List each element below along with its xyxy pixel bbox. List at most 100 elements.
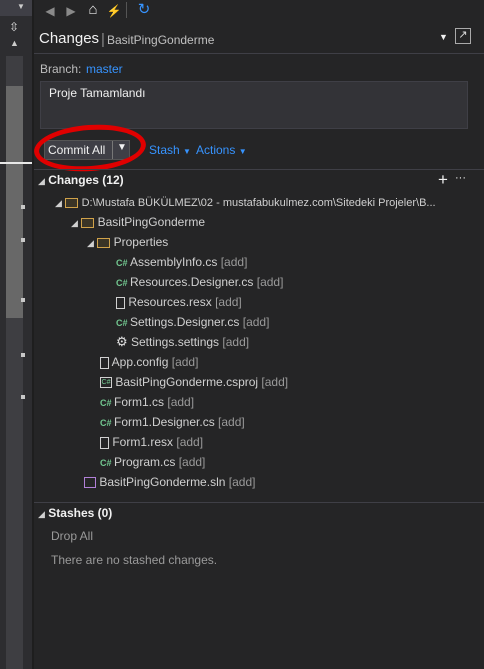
scrollbar-thumb[interactable] [6,86,23,318]
changes-header-label: Changes (12) [48,173,124,187]
folder-icon [65,197,79,208]
page-title: Changes [39,30,100,47]
stash-link[interactable]: Stash ▼ [149,143,191,157]
title-separator: | [101,31,105,48]
file-name: App.config [111,355,169,369]
add-icon[interactable]: + [438,170,448,190]
empty-stash-message: There are no stashed changes. [51,553,218,567]
solution-file-icon [84,477,96,489]
stashes-header-label: Stashes (0) [48,506,113,520]
csproj-file-icon: C# [100,377,112,389]
folder-icon [97,237,111,248]
file-name: Form1.resx [112,435,174,449]
folder-icon [81,217,95,228]
chevron-down-icon: ▼ [183,147,191,156]
expand-icon[interactable]: ◢ [55,198,62,208]
list-item[interactable]: C# AssemblyInfo.cs [add] [116,252,247,272]
connect-icon[interactable]: ⚡ [106,3,122,19]
csharp-file-icon: C# [100,458,112,468]
list-item[interactable]: C# Program.cs [add] [100,452,205,472]
home-icon[interactable]: ⌂ [85,2,101,18]
root-path-label: D:\Mustafa BÜKÜLMEZ\02 - mustafabukulmez… [81,197,436,209]
resource-file-icon [116,296,125,309]
split-icon[interactable]: ⇳ [9,20,19,34]
stash-label: Stash [149,143,180,157]
list-item[interactable]: C# Form1.cs [add] [100,392,194,412]
forward-icon[interactable]: ▶ [63,3,79,19]
tree-properties-folder[interactable]: ◢ Properties [87,232,168,252]
file-name: Form1.cs [114,395,165,409]
page-dropdown-icon[interactable]: ▼ [439,32,448,42]
status-tag: [add] [171,355,199,369]
status-tag: [add] [242,315,270,329]
csharp-file-icon: C# [100,418,112,428]
tree-root-path[interactable]: ◢ D:\Mustafa BÜKÜLMEZ\02 - mustafabukulm… [55,192,436,212]
refresh-icon[interactable]: ↻ [136,2,152,18]
file-name: Resources.resx [128,295,212,309]
list-item[interactable]: Form1.resx [add] [100,432,203,452]
properties-folder-label: Properties [113,235,169,249]
scroll-up-icon[interactable]: ▲ [10,38,19,48]
back-icon[interactable]: ◀ [42,3,58,19]
change-marker [21,395,25,399]
file-name: Form1.Designer.cs [114,415,215,429]
changes-section-header[interactable]: ◢ Changes (12) [38,170,124,190]
project-folder-label: BasitPingGonderme [97,215,205,229]
chevron-down-icon: ▼ [238,147,247,156]
list-item[interactable]: C# Form1.Designer.cs [add] [100,412,245,432]
status-tag: [add] [256,275,284,289]
list-item[interactable]: BasitPingGonderme.sln [add] [84,472,255,492]
status-tag: [add] [215,295,242,309]
actions-link[interactable]: Actions ▼ [196,143,247,157]
file-name: Program.cs [114,455,176,469]
scroll-position-marker [0,162,32,164]
status-tag: [add] [261,375,289,389]
list-item[interactable]: C# Settings.Designer.cs [add] [116,312,269,332]
gear-icon: ⚙ [116,334,128,349]
csharp-file-icon: C# [116,258,128,268]
more-icon[interactable]: ··· [455,172,466,184]
file-name: BasitPingGonderme.csproj [115,375,259,389]
toolbar-divider [126,2,127,18]
change-marker [21,353,25,357]
list-item[interactable]: Resources.resx [add] [116,292,242,312]
status-tag: [add] [218,415,245,429]
repository-name: BasitPingGonderme [107,33,215,47]
resource-file-icon [100,436,109,449]
change-marker [21,205,25,209]
status-tag: [add] [176,435,204,449]
branch-label: Branch: [40,62,82,76]
list-item[interactable]: ⚙ Settings.settings [add] [116,332,249,352]
file-name: Resources.Designer.cs [130,275,254,289]
status-tag: [add] [228,475,256,489]
file-name: Settings.Designer.cs [130,315,240,329]
file-name: AssemblyInfo.cs [130,255,218,269]
status-tag: [add] [178,455,206,469]
list-item[interactable]: C# BasitPingGonderme.csproj [add] [100,372,288,392]
csharp-file-icon: C# [100,398,112,408]
undock-icon[interactable]: ↗ [455,28,471,44]
stashes-section-header[interactable]: ◢ Stashes (0) [38,503,112,523]
list-item[interactable]: C# Resources.Designer.cs [add] [116,272,283,292]
config-file-icon [100,356,109,369]
status-tag: [add] [220,255,248,269]
csharp-file-icon: C# [116,278,128,288]
commit-message-input[interactable]: Proje Tamamlandı [40,81,468,129]
actions-label: Actions [196,143,236,157]
drop-all-link[interactable]: Drop All [51,526,93,546]
change-marker [21,298,25,302]
expand-icon[interactable]: ◢ [87,238,94,248]
status-tag: [add] [222,335,250,349]
gutter-dropdown[interactable]: ▼ [0,0,32,16]
csharp-file-icon: C# [116,318,128,328]
collapse-icon[interactable]: ◢ [38,176,45,186]
branch-link[interactable]: master [86,62,123,76]
list-item[interactable]: App.config [add] [100,352,198,372]
divider [34,53,484,54]
collapse-icon[interactable]: ◢ [38,509,45,519]
change-marker [21,238,25,242]
file-name: Settings.settings [131,335,220,349]
tree-project-folder[interactable]: ◢ BasitPingGonderme [71,212,205,232]
chevron-down-icon: ▼ [17,2,25,11]
expand-icon[interactable]: ◢ [71,218,78,228]
